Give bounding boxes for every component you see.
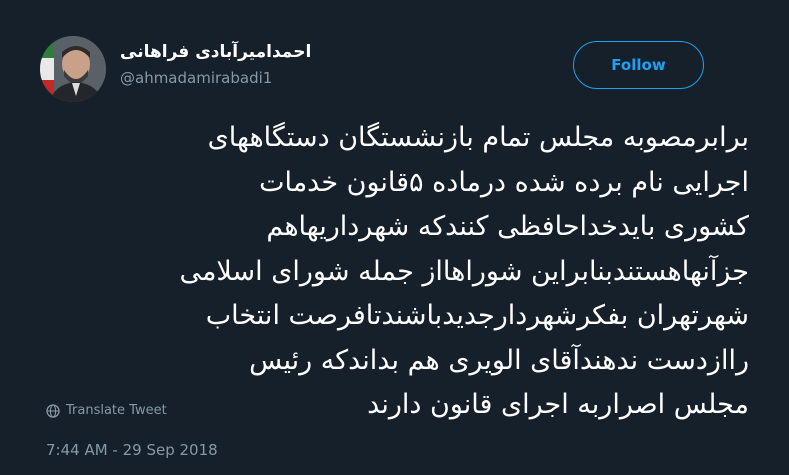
avatar-image xyxy=(40,36,106,102)
tweet-text-line: راازدست ندهندآقای الویری هم بداندکه رئیس xyxy=(249,344,749,376)
avatar[interactable] xyxy=(40,36,106,102)
tweet-text-line: مجلس اصراربه اجرای قانون دارند xyxy=(367,389,749,420)
tweet-timestamp[interactable]: 7:44 AM - 29 Sep 2018 xyxy=(46,441,218,459)
tweet-card: احمدامیرآبادی فراهانی @ahmadamirabadi1 F… xyxy=(0,0,789,475)
translate-tweet-link[interactable]: Translate Tweet xyxy=(46,403,167,418)
tweet-text-line: کشوری بایدخداحافظی کنندکه شهرداریهاهم xyxy=(266,211,749,242)
author-handle[interactable]: @ahmadamirabadi1 xyxy=(120,69,272,87)
tweet-text-line: اجرایی نام برده شده درماده ۵قانون خدمات xyxy=(259,166,749,198)
author-name[interactable]: احمدامیرآبادی فراهانی xyxy=(120,42,311,62)
follow-button[interactable]: Follow xyxy=(573,41,704,89)
tweet-text-line: شهرتهران بفکرشهردارجدیدباشندتافرصت انتخا… xyxy=(205,300,749,331)
globe-icon xyxy=(46,403,60,418)
tweet-text-line: برابرمصوبه مجلس تمام بازنشستگان دستگاهها… xyxy=(207,122,749,153)
tweet-text: برابرمصوبه مجلس تمام بازنشستگان دستگاهها… xyxy=(179,116,749,428)
tweet-text-line: جزآنهاهستندبنابراین شوراهااز جمله شورای … xyxy=(179,255,749,287)
translate-label: Translate Tweet xyxy=(66,403,167,418)
